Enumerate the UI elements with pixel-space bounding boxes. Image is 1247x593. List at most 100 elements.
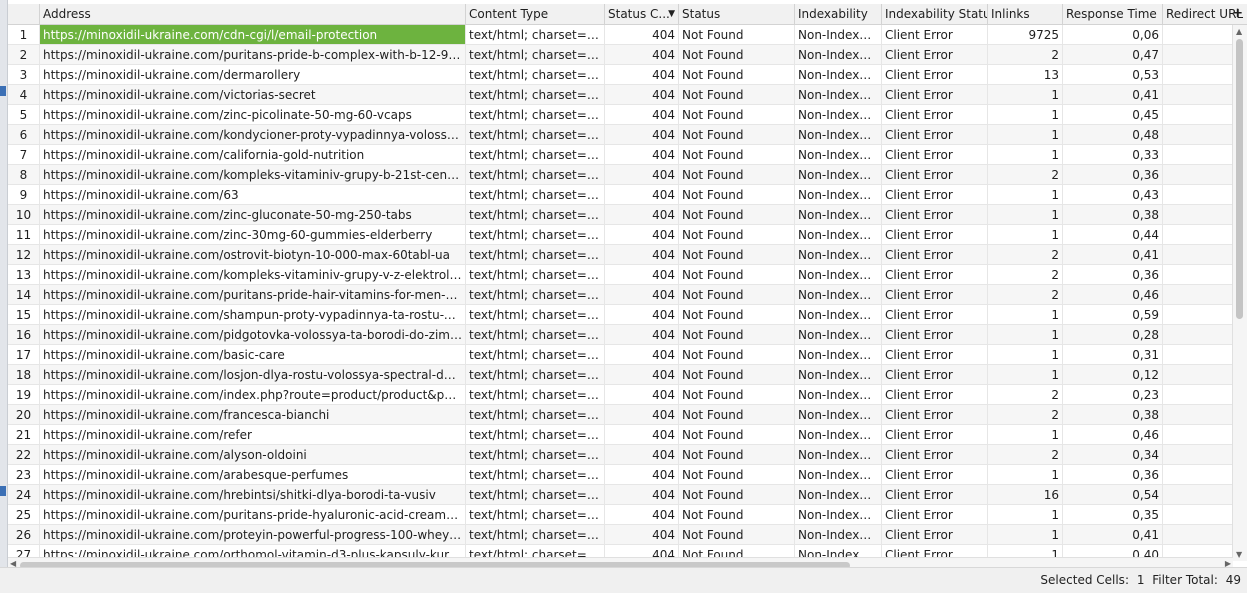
cell-indexability-status[interactable]: Client Error — [882, 85, 988, 105]
cell-content-type[interactable]: text/html; charset=utf-8 — [466, 385, 605, 405]
row-number[interactable]: 4 — [8, 85, 40, 105]
header-redirect-url[interactable]: Redirect URL + — [1163, 4, 1247, 24]
cell-status[interactable]: Not Found — [679, 525, 795, 545]
cell-indexability-status[interactable]: Client Error — [882, 45, 988, 65]
cell-content-type[interactable]: text/html; charset=utf-8 — [466, 45, 605, 65]
cell-redirect-url[interactable] — [1163, 405, 1233, 425]
row-number[interactable]: 26 — [8, 525, 40, 545]
row-number[interactable]: 11 — [8, 225, 40, 245]
cell-status-code[interactable]: 404 — [605, 225, 679, 245]
cell-status-code[interactable]: 404 — [605, 205, 679, 225]
cell-response-time[interactable]: 0,41 — [1063, 525, 1163, 545]
cell-status-code[interactable]: 404 — [605, 345, 679, 365]
cell-indexability[interactable]: Non-Indexable — [795, 105, 882, 125]
cell-redirect-url[interactable] — [1163, 245, 1233, 265]
table-row[interactable]: 15 https://minoxidil-ukraine.com/shampun-… — [8, 305, 1247, 325]
row-number[interactable]: 14 — [8, 285, 40, 305]
table-row[interactable]: 4 https://minoxidil-ukraine.com/victorias… — [8, 85, 1247, 105]
cell-content-type[interactable]: text/html; charset=utf-8 — [466, 525, 605, 545]
cell-response-time[interactable]: 0,36 — [1063, 465, 1163, 485]
cell-content-type[interactable]: text/html; charset=utf-8 — [466, 365, 605, 385]
cell-redirect-url[interactable] — [1163, 465, 1233, 485]
cell-status[interactable]: Not Found — [679, 105, 795, 125]
cell-redirect-url[interactable] — [1163, 345, 1233, 365]
cell-response-time[interactable]: 0,36 — [1063, 165, 1163, 185]
cell-indexability[interactable]: Non-Indexable — [795, 265, 882, 285]
cell-status-code[interactable]: 404 — [605, 405, 679, 425]
cell-redirect-url[interactable] — [1163, 485, 1233, 505]
cell-indexability-status[interactable]: Client Error — [882, 425, 988, 445]
cell-response-time[interactable]: 0,41 — [1063, 245, 1163, 265]
table-row[interactable]: 18 https://minoxidil-ukraine.com/losjon-d… — [8, 365, 1247, 385]
cell-status[interactable]: Not Found — [679, 325, 795, 345]
cell-address[interactable]: https://minoxidil-ukraine.com/hrebintsi/… — [40, 485, 466, 505]
cell-redirect-url[interactable] — [1163, 505, 1233, 525]
row-number[interactable]: 24 — [8, 485, 40, 505]
cell-content-type[interactable]: text/html; charset=utf-8 — [466, 85, 605, 105]
cell-content-type[interactable]: text/html; charset=utf-8 — [466, 505, 605, 525]
cell-indexability[interactable]: Non-Indexable — [795, 225, 882, 245]
cell-redirect-url[interactable] — [1163, 85, 1233, 105]
cell-inlinks[interactable]: 1 — [988, 305, 1063, 325]
cell-address[interactable]: https://minoxidil-ukraine.com/victorias-… — [40, 85, 466, 105]
scroll-up-icon[interactable]: ▲ — [1236, 27, 1242, 36]
cell-address[interactable]: https://minoxidil-ukraine.com/arabesque-… — [40, 465, 466, 485]
cell-response-time[interactable]: 0,35 — [1063, 505, 1163, 525]
cell-status-code[interactable]: 404 — [605, 105, 679, 125]
cell-status[interactable]: Not Found — [679, 245, 795, 265]
row-number[interactable]: 9 — [8, 185, 40, 205]
table-row[interactable]: 8 https://minoxidil-ukraine.com/kompleks-… — [8, 165, 1247, 185]
table-row[interactable]: 20 https://minoxidil-ukraine.com/francesc… — [8, 405, 1247, 425]
cell-redirect-url[interactable] — [1163, 65, 1233, 85]
cell-status-code[interactable]: 404 — [605, 185, 679, 205]
cell-status[interactable]: Not Found — [679, 85, 795, 105]
cell-status[interactable]: Not Found — [679, 225, 795, 245]
cell-address[interactable]: https://minoxidil-ukraine.com/zinc-gluco… — [40, 205, 466, 225]
cell-content-type[interactable]: text/html; charset=utf-8 — [466, 465, 605, 485]
cell-address[interactable]: https://minoxidil-ukraine.com/dermarolle… — [40, 65, 466, 85]
cell-indexability-status[interactable]: Client Error — [882, 125, 988, 145]
cell-status[interactable]: Not Found — [679, 125, 795, 145]
cell-inlinks[interactable]: 1 — [988, 345, 1063, 365]
cell-inlinks[interactable]: 2 — [988, 445, 1063, 465]
cell-address[interactable]: https://minoxidil-ukraine.com/index.php?… — [40, 385, 466, 405]
cell-status-code[interactable]: 404 — [605, 425, 679, 445]
cell-inlinks[interactable]: 2 — [988, 245, 1063, 265]
table-row[interactable]: 26 https://minoxidil-ukraine.com/proteyin… — [8, 525, 1247, 545]
cell-inlinks[interactable]: 1 — [988, 465, 1063, 485]
cell-inlinks[interactable]: 13 — [988, 65, 1063, 85]
cell-status[interactable]: Not Found — [679, 385, 795, 405]
cell-status-code[interactable]: 404 — [605, 365, 679, 385]
header-status[interactable]: Status — [679, 4, 795, 24]
cell-indexability[interactable]: Non-Indexable — [795, 405, 882, 425]
table-row[interactable]: 10 https://minoxidil-ukraine.com/zinc-glu… — [8, 205, 1247, 225]
cell-indexability-status[interactable]: Client Error — [882, 505, 988, 525]
cell-redirect-url[interactable] — [1163, 265, 1233, 285]
cell-indexability[interactable]: Non-Indexable — [795, 125, 882, 145]
cell-content-type[interactable]: text/html; charset=utf-8 — [466, 345, 605, 365]
cell-content-type[interactable]: text/html; charset=utf-8 — [466, 285, 605, 305]
cell-status-code[interactable]: 404 — [605, 265, 679, 285]
cell-indexability-status[interactable]: Client Error — [882, 205, 988, 225]
cell-redirect-url[interactable] — [1163, 105, 1233, 125]
cell-status-code[interactable]: 404 — [605, 65, 679, 85]
cell-inlinks[interactable]: 9725 — [988, 25, 1063, 45]
cell-indexability[interactable]: Non-Indexable — [795, 285, 882, 305]
header-inlinks[interactable]: Inlinks — [988, 4, 1063, 24]
cell-redirect-url[interactable] — [1163, 145, 1233, 165]
row-number[interactable]: 13 — [8, 265, 40, 285]
cell-indexability[interactable]: Non-Indexable — [795, 45, 882, 65]
cell-response-time[interactable]: 0,46 — [1063, 425, 1163, 445]
cell-response-time[interactable]: 0,53 — [1063, 65, 1163, 85]
cell-content-type[interactable]: text/html; charset=utf-8 — [466, 305, 605, 325]
cell-indexability[interactable]: Non-Indexable — [795, 525, 882, 545]
cell-status[interactable]: Not Found — [679, 145, 795, 165]
cell-redirect-url[interactable] — [1163, 45, 1233, 65]
row-number[interactable]: 7 — [8, 145, 40, 165]
header-address[interactable]: Address — [40, 4, 466, 24]
cell-indexability[interactable]: Non-Indexable — [795, 25, 882, 45]
cell-indexability[interactable]: Non-Indexable — [795, 365, 882, 385]
cell-inlinks[interactable]: 1 — [988, 525, 1063, 545]
table-row[interactable]: 6 https://minoxidil-ukraine.com/kondycion… — [8, 125, 1247, 145]
cell-content-type[interactable]: text/html; charset=utf-8 — [466, 425, 605, 445]
